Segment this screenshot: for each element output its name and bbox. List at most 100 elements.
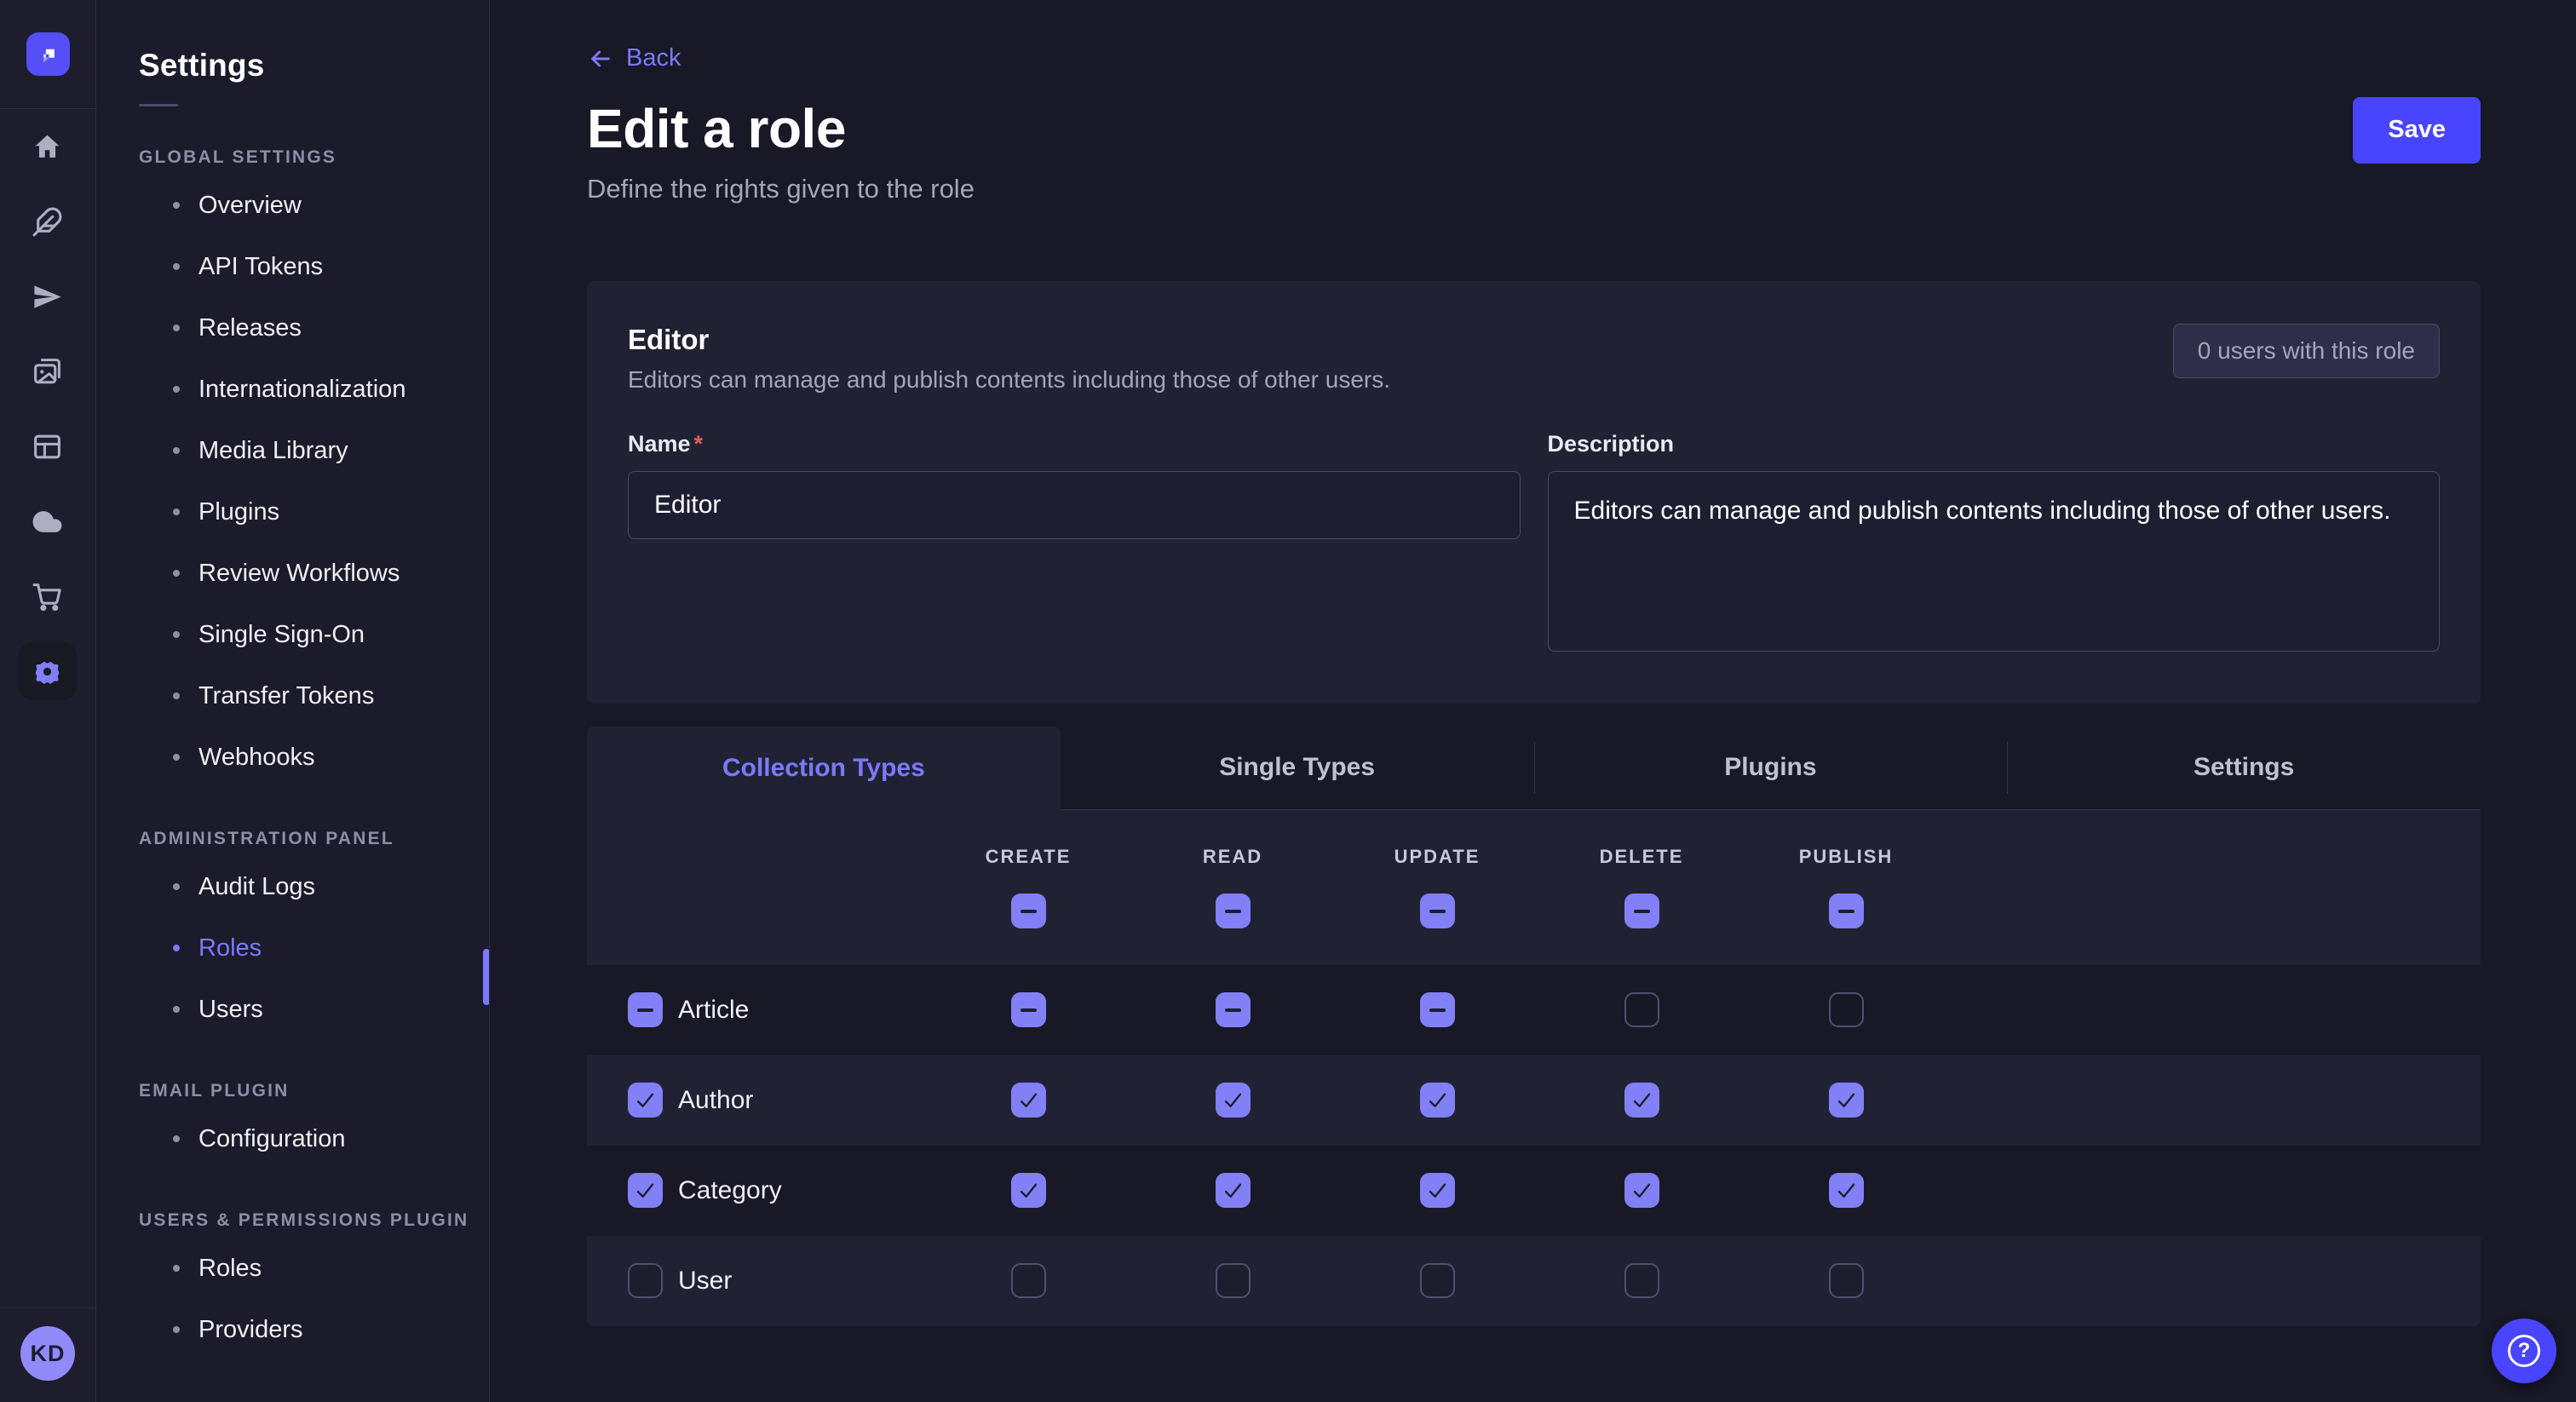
bullet-icon — [173, 202, 180, 209]
article-update-checkbox[interactable] — [1420, 992, 1455, 1027]
author-delete-checkbox[interactable] — [1624, 1083, 1659, 1118]
user-delete-checkbox[interactable] — [1624, 1263, 1659, 1298]
back-link[interactable]: Back — [587, 44, 681, 72]
user-update-checkbox[interactable] — [1420, 1263, 1455, 1298]
user-read-checkbox[interactable] — [1216, 1263, 1251, 1298]
tab-single-types[interactable]: Single Types — [1061, 727, 1534, 810]
layout-icon — [19, 417, 77, 475]
rail-item-shopping-cart[interactable] — [0, 559, 95, 634]
category-delete-checkbox[interactable] — [1624, 1173, 1659, 1208]
shopping-cart-icon — [19, 567, 77, 625]
save-button[interactable]: Save — [2353, 97, 2481, 164]
subnav-item-api-tokens[interactable]: API Tokens — [96, 236, 489, 297]
feather-icon — [19, 192, 77, 250]
rail-icon-list — [0, 109, 95, 709]
select-all-publish-checkbox[interactable] — [1829, 893, 1864, 928]
category-publish-checkbox[interactable] — [1829, 1173, 1864, 1208]
tab-plugins[interactable]: Plugins — [1534, 727, 2008, 810]
permissions-column-label: DELETE — [1600, 846, 1684, 868]
subnav-item-label: Internationalization — [198, 376, 405, 404]
row-category-checkbox[interactable] — [628, 1173, 663, 1208]
subnav-item-single-sign-on[interactable]: Single Sign-On — [96, 604, 489, 665]
cloud-icon — [19, 492, 77, 550]
select-all-create-checkbox[interactable] — [1011, 893, 1046, 928]
permissions-column-update: UPDATE — [1335, 846, 1539, 928]
author-update-checkbox[interactable] — [1420, 1083, 1455, 1118]
subnav-item-audit-logs[interactable]: Audit Logs — [96, 856, 489, 917]
category-update-checkbox[interactable] — [1420, 1173, 1455, 1208]
bullet-icon — [173, 570, 180, 577]
subnav-scrollbar-thumb[interactable] — [483, 949, 490, 1005]
description-textarea[interactable]: Editors can manage and publish contents … — [1548, 471, 2441, 652]
strapi-logo[interactable] — [26, 32, 70, 76]
rail-item-paper-plane[interactable] — [0, 259, 95, 334]
rail-item-cloud[interactable] — [0, 484, 95, 559]
subnav-item-overview[interactable]: Overview — [96, 175, 489, 236]
article-create-checkbox[interactable] — [1011, 992, 1046, 1027]
author-read-checkbox[interactable] — [1216, 1083, 1251, 1118]
subnav-item-label: Roles — [198, 1255, 262, 1283]
name-input[interactable] — [628, 471, 1521, 539]
subnav-item-media-library[interactable]: Media Library — [96, 420, 489, 481]
article-delete-checkbox[interactable] — [1624, 992, 1659, 1027]
subnav-item-review-workflows[interactable]: Review Workflows — [96, 543, 489, 604]
users-with-role-button[interactable]: 0 users with this role — [2173, 324, 2440, 378]
permission-cell — [926, 1173, 1130, 1208]
permission-row-label-cell: Category — [628, 1173, 926, 1208]
user-publish-checkbox[interactable] — [1829, 1263, 1864, 1298]
user-create-checkbox[interactable] — [1011, 1263, 1046, 1298]
bullet-icon — [173, 1265, 180, 1272]
subnav-item-label: Review Workflows — [198, 560, 400, 588]
row-user-checkbox[interactable] — [628, 1263, 663, 1298]
select-all-delete-checkbox[interactable] — [1624, 893, 1659, 928]
subnav-section-label: USERS & PERMISSIONS PLUGIN — [96, 1210, 489, 1231]
permission-cell — [1335, 1263, 1539, 1298]
tab-settings[interactable]: Settings — [2007, 727, 2481, 810]
role-card-header: Editor Editors can manage and publish co… — [628, 324, 2440, 394]
permissions-column-label: CREATE — [986, 846, 1072, 868]
author-create-checkbox[interactable] — [1011, 1083, 1046, 1118]
rail-item-media-images[interactable] — [0, 334, 95, 409]
article-read-checkbox[interactable] — [1216, 992, 1251, 1027]
select-all-update-checkbox[interactable] — [1420, 893, 1455, 928]
indeterminate-dash-icon — [1838, 910, 1854, 913]
permission-cell — [1335, 1083, 1539, 1118]
bullet-icon — [173, 263, 180, 270]
rail-item-home[interactable] — [0, 109, 95, 184]
subnav-item-label: Transfer Tokens — [198, 682, 374, 710]
user-avatar[interactable]: KD — [20, 1326, 75, 1381]
author-publish-checkbox[interactable] — [1829, 1083, 1864, 1118]
category-create-checkbox[interactable] — [1011, 1173, 1046, 1208]
role-details-card: Editor Editors can manage and publish co… — [587, 281, 2481, 704]
subnav-item-internationalization[interactable]: Internationalization — [96, 359, 489, 420]
row-author-checkbox[interactable] — [628, 1083, 663, 1118]
subnav-item-transfer-tokens[interactable]: Transfer Tokens — [96, 665, 489, 727]
subnav-item-releases[interactable]: Releases — [96, 297, 489, 359]
subnav-item-roles[interactable]: Roles — [96, 917, 489, 979]
help-button[interactable]: ? — [2492, 1319, 2556, 1383]
select-all-read-checkbox[interactable] — [1216, 893, 1251, 928]
permissions-panel: Collection Types Single Types Plugins Se… — [587, 727, 2481, 1326]
subnav-sections: GLOBAL SETTINGS Overview API Tokens Rele… — [96, 147, 489, 1360]
subnav-item-providers[interactable]: Providers — [96, 1299, 489, 1360]
subnav-item-users[interactable]: Users — [96, 979, 489, 1040]
subnav-section-email-plugin: EMAIL PLUGIN Configuration — [96, 1081, 489, 1169]
role-card-header-text: Editor Editors can manage and publish co… — [628, 324, 1390, 394]
row-article-checkbox[interactable] — [628, 992, 663, 1027]
page-header: Edit a role Define the rights given to t… — [587, 97, 2481, 204]
rail-item-layout[interactable] — [0, 409, 95, 484]
rail-item-settings-gear[interactable] — [0, 634, 95, 709]
question-mark-icon: ? — [2508, 1335, 2540, 1367]
name-label-text: Name — [628, 431, 691, 457]
subnav-item-roles[interactable]: Roles — [96, 1238, 489, 1299]
subnav-item-plugins[interactable]: Plugins — [96, 481, 489, 543]
subnav-section-global-settings: GLOBAL SETTINGS Overview API Tokens Rele… — [96, 147, 489, 788]
tab-collection-types[interactable]: Collection Types — [587, 727, 1061, 810]
name-label: Name* — [628, 431, 1521, 457]
rail-item-feather[interactable] — [0, 184, 95, 259]
category-read-checkbox[interactable] — [1216, 1173, 1251, 1208]
subnav-item-label: Plugins — [198, 498, 279, 526]
subnav-item-webhooks[interactable]: Webhooks — [96, 727, 489, 788]
subnav-item-configuration[interactable]: Configuration — [96, 1108, 489, 1169]
article-publish-checkbox[interactable] — [1829, 992, 1864, 1027]
